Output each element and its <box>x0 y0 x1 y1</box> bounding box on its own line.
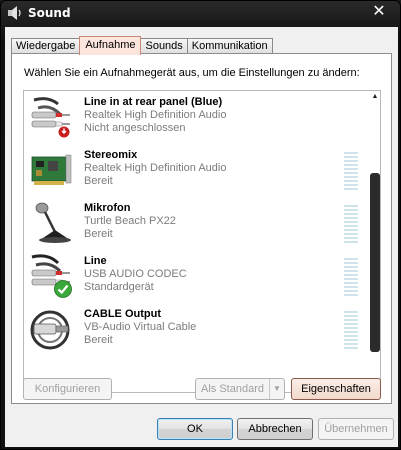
device-driver: USB AUDIO CODEC <box>84 268 187 280</box>
device-item-cable-output[interactable]: CABLE Output VB-Audio Virtual Cable Bere… <box>24 303 369 356</box>
device-driver: Turtle Beach PX22 <box>84 215 176 227</box>
close-button[interactable]: ✕ <box>368 2 390 20</box>
title-bar[interactable]: Sound ✕ <box>1 1 400 25</box>
device-driver: Realtek High Definition Audio <box>84 109 227 121</box>
dialog-client-area: Wiedergabe Aufnahme Sounds Kommunikation… <box>5 27 398 447</box>
scrollbar-thumb[interactable] <box>370 173 380 352</box>
device-name: Line <box>84 255 107 267</box>
device-status: Bereit <box>84 334 113 346</box>
sound-dialog: Sound ✕ Wiedergabe Aufnahme Sounds Kommu… <box>0 0 401 450</box>
device-name: CABLE Output <box>84 308 161 320</box>
device-status: Standardgerät <box>84 281 154 293</box>
device-item-line-in-rear[interactable]: Line in at rear panel (Blue) Realtek Hig… <box>24 91 369 144</box>
device-name: Mikrofon <box>84 202 131 214</box>
level-meter <box>344 311 358 351</box>
level-meter <box>344 152 358 192</box>
ok-button[interactable]: OK <box>157 418 233 440</box>
virtual-cable-icon <box>30 310 70 350</box>
properties-button[interactable]: Eigenschaften <box>291 378 381 400</box>
apply-button[interactable]: Übernehmen <box>318 418 394 440</box>
set-default-button[interactable]: Als Standard ▼ <box>195 378 285 400</box>
tab-wiedergabe[interactable]: Wiedergabe <box>11 38 81 54</box>
scroll-up-arrow-icon[interactable]: ▲ <box>371 93 379 101</box>
set-default-label: Als Standard <box>201 383 264 395</box>
device-name: Line in at rear panel (Blue) <box>84 96 223 108</box>
device-item-line[interactable]: Line USB AUDIO CODEC Standardgerät <box>24 250 369 303</box>
device-item-stereomix[interactable]: Stereomix Realtek High Definition Audio … <box>24 144 369 197</box>
device-driver: VB-Audio Virtual Cable <box>84 321 197 333</box>
microphone-icon <box>35 202 71 243</box>
level-meter <box>344 258 358 298</box>
unplugged-badge-icon <box>58 126 70 138</box>
device-status: Bereit <box>84 228 113 240</box>
tab-panel-recording: Wählen Sie ein Aufnahmegerät aus, um die… <box>11 53 392 404</box>
device-driver: Realtek High Definition Audio <box>84 162 227 174</box>
vertical-scrollbar[interactable]: ▲ ▼ <box>369 91 380 392</box>
tab-sounds[interactable]: Sounds <box>140 38 188 54</box>
device-name: Stereomix <box>84 149 138 161</box>
sound-card-icon <box>31 154 72 185</box>
device-status: Nicht angeschlossen <box>84 122 186 134</box>
recording-device-list[interactable]: Line in at rear panel (Blue) Realtek Hig… <box>23 90 381 393</box>
default-check-badge-icon <box>54 280 72 298</box>
tab-kommunikation[interactable]: Kommunikation <box>186 38 273 54</box>
dropdown-arrow-icon[interactable]: ▼ <box>269 379 284 399</box>
window-title: Sound <box>28 6 71 20</box>
tab-aufnahme[interactable]: Aufnahme <box>79 36 142 55</box>
device-status: Bereit <box>84 175 113 187</box>
tab-strip: Wiedergabe Aufnahme Sounds Kommunikation <box>11 36 273 55</box>
speaker-icon <box>8 6 21 20</box>
level-meter <box>344 205 358 245</box>
instruction-text: Wählen Sie ein Aufnahmegerät aus, um die… <box>24 67 360 79</box>
configure-button[interactable]: Konfigurieren <box>23 378 112 400</box>
cancel-button[interactable]: Abbrechen <box>237 418 313 440</box>
device-item-mikrofon[interactable]: Mikrofon Turtle Beach PX22 Bereit <box>24 197 369 250</box>
